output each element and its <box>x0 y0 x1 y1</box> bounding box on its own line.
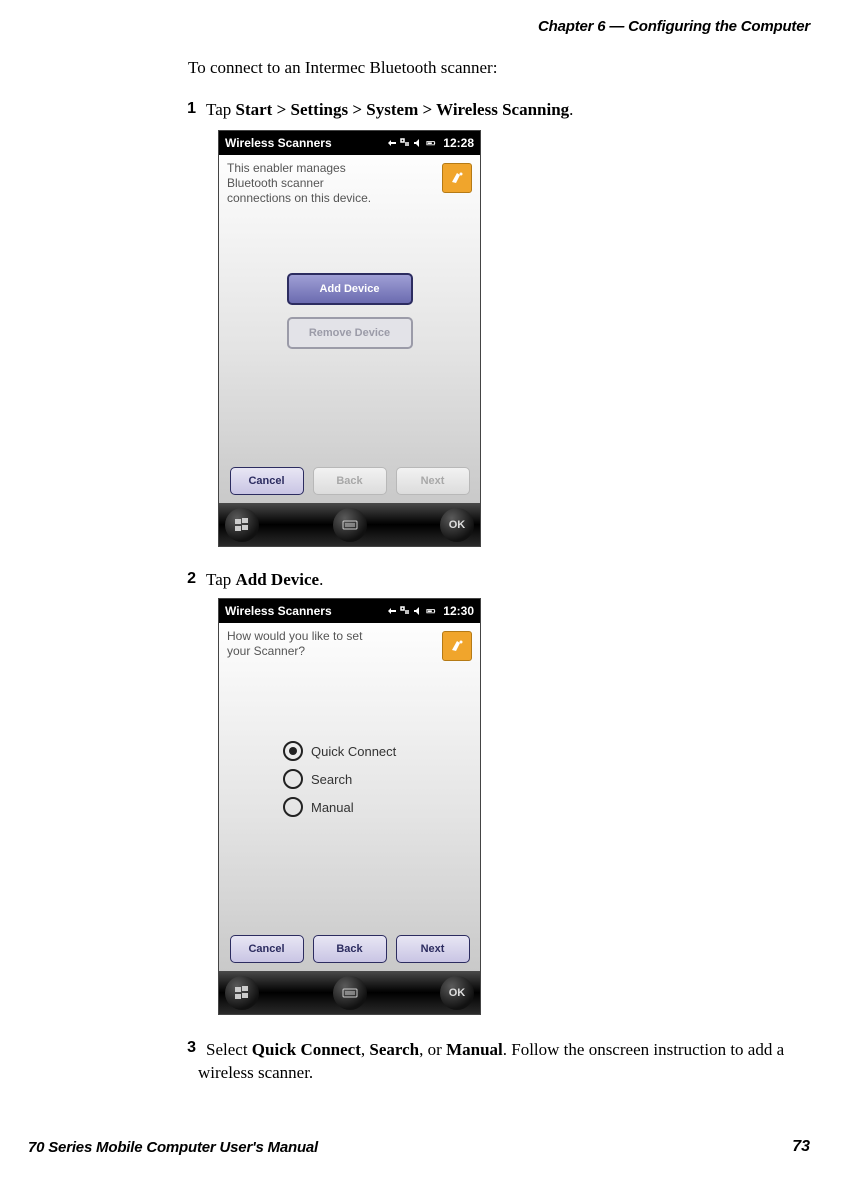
step-3-number: 3 <box>178 1039 196 1057</box>
step-1: 1 Tap Start > Settings > System > Wirele… <box>198 100 573 120</box>
radio-icon <box>283 797 303 817</box>
signal-icon <box>400 138 410 148</box>
option-label: Quick Connect <box>311 744 396 759</box>
next-button[interactable]: Next <box>396 467 470 495</box>
keyboard-icon[interactable] <box>333 508 367 542</box>
titlebar-title: Wireless Scanners <box>225 604 332 618</box>
titlebar-time: 12:30 <box>443 604 474 618</box>
step-3-b3: Manual <box>446 1040 503 1059</box>
footer-page-number: 73 <box>792 1138 810 1156</box>
radio-icon <box>283 769 303 789</box>
msg-line1: How would you like to set <box>227 629 387 644</box>
step-2: 2 Tap Add Device. <box>198 570 323 590</box>
step-2-bold: Add Device <box>236 570 320 589</box>
sync-icon <box>387 138 397 148</box>
step-3: 3 Select Quick Connect, Search, or Manua… <box>198 1039 818 1085</box>
add-device-button[interactable]: Add Device <box>287 273 413 305</box>
step-2-post: . <box>319 570 323 589</box>
titlebar-title: Wireless Scanners <box>225 136 332 150</box>
option-label: Search <box>311 772 352 787</box>
msg-line2: your Scanner? <box>227 644 387 659</box>
screen-body: How would you like to set your Scanner? … <box>219 623 480 971</box>
chapter-header: Chapter 6 — Configuring the Computer <box>538 18 810 35</box>
back-button[interactable]: Back <box>313 467 387 495</box>
msg-line2: Bluetooth scanner <box>227 176 387 191</box>
step-2-pre: Tap <box>206 570 236 589</box>
ok-button[interactable]: OK <box>440 508 474 542</box>
titlebar: Wireless Scanners 12:28 <box>219 131 480 155</box>
footer-manual-title: 70 Series Mobile Computer User's Manual <box>28 1139 318 1156</box>
next-button[interactable]: Next <box>396 935 470 963</box>
scanner-icon <box>442 163 472 193</box>
option-quick-connect[interactable]: Quick Connect <box>283 741 396 761</box>
battery-icon <box>426 606 436 616</box>
wizard-nav-row: Cancel Back Next <box>219 935 480 963</box>
step-3-pre: Select <box>206 1040 252 1059</box>
intro-text: To connect to an Intermec Bluetooth scan… <box>188 58 497 78</box>
screen-body: This enabler manages Bluetooth scanner c… <box>219 155 480 503</box>
screenshot-2: Wireless Scanners 12:30 How would you li… <box>218 598 481 1015</box>
start-icon[interactable] <box>225 976 259 1010</box>
keyboard-icon[interactable] <box>333 976 367 1010</box>
option-label: Manual <box>311 800 354 815</box>
option-search[interactable]: Search <box>283 769 396 789</box>
scanner-icon <box>442 631 472 661</box>
ok-button[interactable]: OK <box>440 976 474 1010</box>
back-button[interactable]: Back <box>313 935 387 963</box>
volume-icon <box>413 606 423 616</box>
cancel-button[interactable]: Cancel <box>230 467 304 495</box>
step-1-bold: Start > Settings > System > Wireless Sca… <box>236 100 570 119</box>
step-3-sep2: , or <box>419 1040 446 1059</box>
taskbar: OK <box>219 971 480 1014</box>
taskbar: OK <box>219 503 480 546</box>
volume-icon <box>413 138 423 148</box>
remove-device-button[interactable]: Remove Device <box>287 317 413 349</box>
titlebar-time: 12:28 <box>443 136 474 150</box>
scanner-mode-options: Quick Connect Search Manual <box>283 741 396 825</box>
step-3-b1: Quick Connect <box>252 1040 361 1059</box>
start-icon[interactable] <box>225 508 259 542</box>
radio-icon <box>283 741 303 761</box>
step-1-pre: Tap <box>206 100 236 119</box>
step-1-number: 1 <box>178 100 196 118</box>
option-manual[interactable]: Manual <box>283 797 396 817</box>
sync-icon <box>387 606 397 616</box>
screenshot-1: Wireless Scanners 12:28 This enabler man… <box>218 130 481 547</box>
msg-line1: This enabler manages <box>227 161 387 176</box>
step-2-number: 2 <box>178 570 196 588</box>
step-3-b2: Search <box>369 1040 419 1059</box>
battery-icon <box>426 138 436 148</box>
info-message: How would you like to set your Scanner? <box>227 629 387 659</box>
titlebar: Wireless Scanners 12:30 <box>219 599 480 623</box>
step-1-post: . <box>569 100 573 119</box>
msg-line3: connections on this device. <box>227 191 387 206</box>
info-message: This enabler manages Bluetooth scanner c… <box>227 161 387 206</box>
signal-icon <box>400 606 410 616</box>
wizard-nav-row: Cancel Back Next <box>219 467 480 495</box>
cancel-button[interactable]: Cancel <box>230 935 304 963</box>
